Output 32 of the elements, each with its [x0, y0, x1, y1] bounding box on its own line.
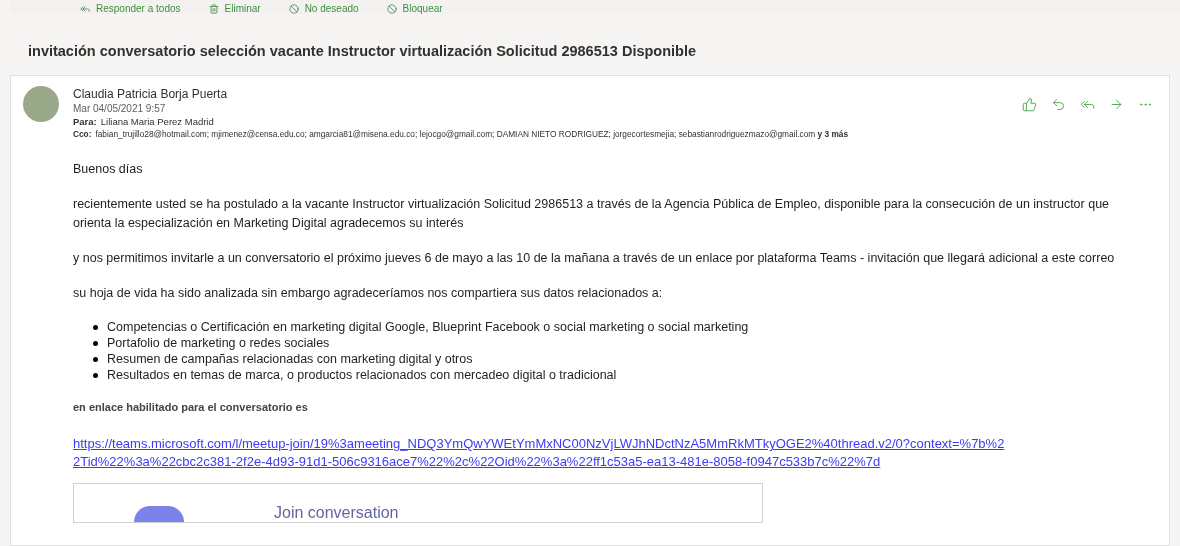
meeting-link[interactable]: https://teams.microsoft.com/l/meetup-join/19%3ameeting_NDQ3YmQwYWEtYmMxNC00NzVjLWJhNDctNzA5MmRkMTkyOGE2%40thread.v2/0?context=%7b%22Tid%22%3a%22cbc2c381-2f2e-4d93-91d1-506c9316ace7%22%2c%22Oid%22%3a%22ff1c53a5-ea13-481e-8058-f0947c533b7c%22%7d	[73, 435, 1149, 472]
toolbar-button[interactable]: Bloquear	[386, 3, 443, 14]
join-link[interactable]: Join conversation	[274, 504, 399, 523]
bullet-icon	[93, 324, 98, 330]
toolbar-icon	[208, 3, 219, 14]
message-date: Mar 04/05/2021 9:57	[73, 101, 167, 116]
body-paragraph: Buenos días	[73, 160, 144, 178]
bullet-icon	[93, 372, 98, 378]
avatar	[23, 85, 59, 122]
cc-recipients: fabian_trujillo28@hotmail.com; mjimenez@censa.edu.co; amgarcia81@misena.edu.co; lejocgo@gmail.com; DAMIAN NIETO RODRIGUEZ; jorgecortesmejia; sebastianrodriguezmazo@gmail.com y 3 más	[95, 128, 848, 139]
toolbar-button[interactable]: Eliminar	[208, 3, 261, 14]
list-item: Competencias o Certificación en marketing digital Google, Blueprint Facebook o social marketing o social marketing	[107, 318, 749, 335]
list-item: Portafolio de marketing o redes sociales	[107, 334, 330, 351]
to-recipients: Liliana Maria Perez Madrid	[100, 115, 214, 127]
toolbar-button[interactable]: Responder a todos	[80, 3, 181, 14]
toolbar-icon	[386, 3, 397, 14]
bullet-icon	[93, 340, 98, 346]
body-paragraph: recientemente usted se ha postulado a la vacante Instructor virtualización Solicitud 2986513 a través de la Agencia Pública de Empleo, disponible para la consecución de un instructor que orienta la especialización en Marketing Digital agradecemos su interés	[73, 195, 1111, 232]
to-label: Para:	[73, 115, 97, 127]
toolbar-icon	[288, 3, 299, 14]
sender-name: Claudia Patricia Borja Puerta	[73, 85, 228, 102]
toolbar-icon	[80, 3, 90, 14]
list-item: Resultados en temas de marca, o productos relacionados con mercadeo digital o tradicional	[107, 366, 617, 383]
avatar-icon	[134, 506, 184, 523]
list-item: Resumen de campañas relacionadas con marketing digital y otros	[107, 350, 473, 367]
body-paragraph: en enlace habilitado para el conversatorio es	[73, 399, 309, 415]
toolbar-button[interactable]: No deseado	[288, 3, 359, 14]
body-paragraph: su hoja de vida ha sido analizada sin embargo agradeceríamos nos compartiera sus datos relacionados a:	[73, 284, 664, 302]
bullet-icon	[93, 356, 98, 362]
body-paragraph: y nos permitimos invitarle a un conversatorio el próximo jueves 6 de mayo a las 10 de la mañana a través de un enlace por plataforma Teams - invitación que llegará adicional a este correo	[73, 249, 1116, 267]
subject: invitación conversatorio selección vacante Instructor virtualización Solicitud 2986513 Disponible	[27, 42, 698, 61]
cc-label: Cco:	[73, 128, 92, 139]
